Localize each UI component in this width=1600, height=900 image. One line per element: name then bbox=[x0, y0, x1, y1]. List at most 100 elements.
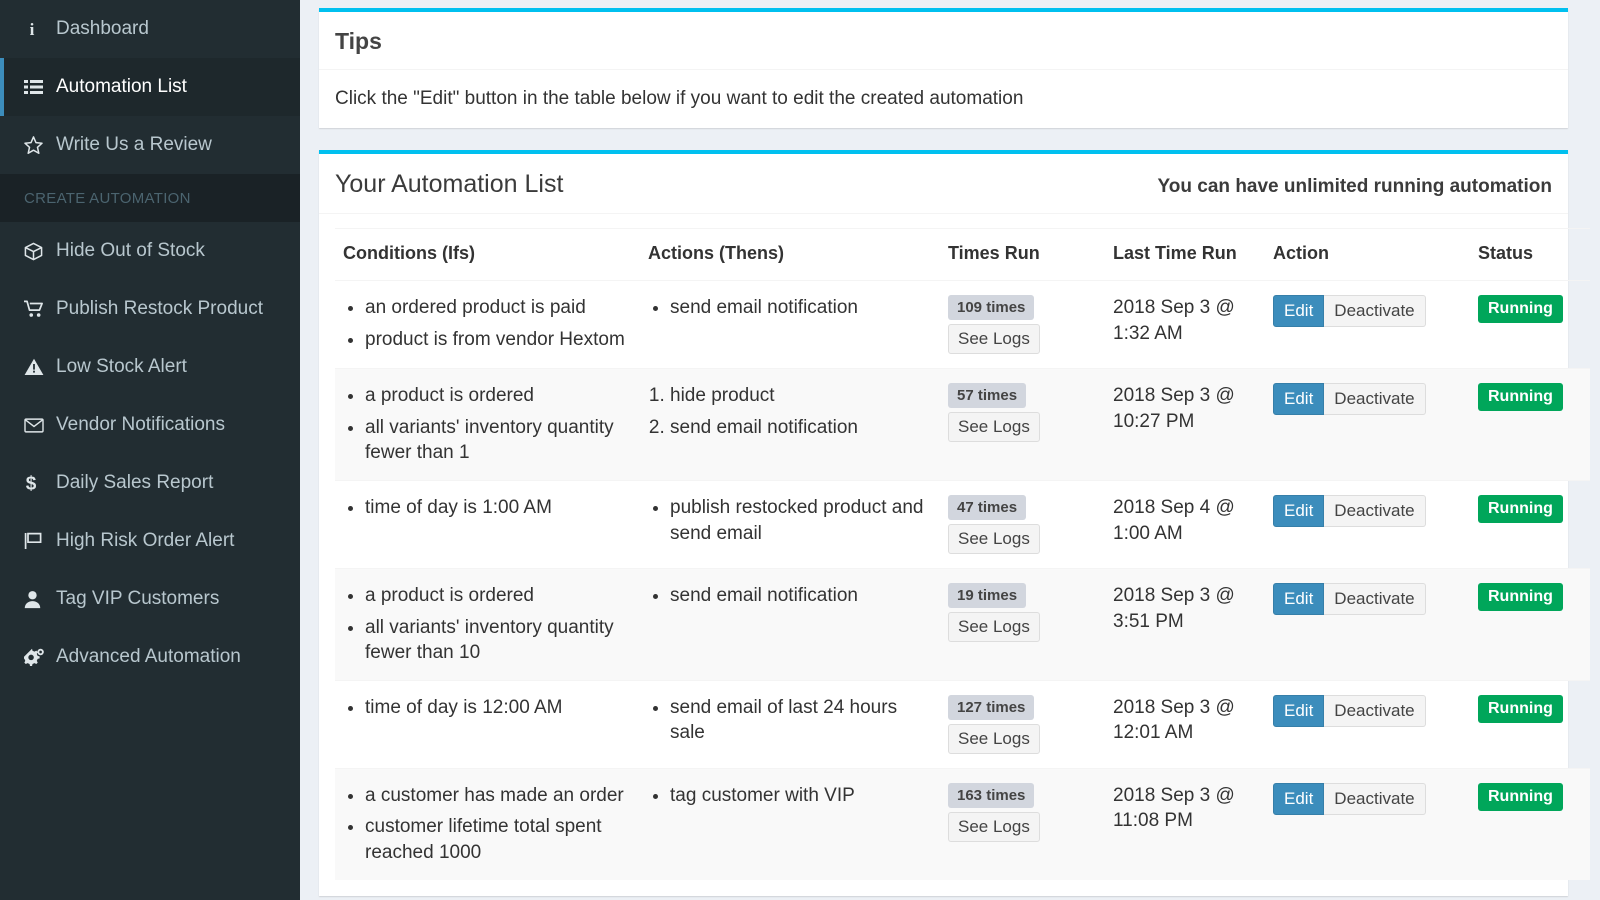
sidebar-create-nav: Hide Out of StockPublish Restock Product… bbox=[0, 222, 300, 686]
table-col-header: Actions (Thens) bbox=[640, 229, 940, 281]
times-run-cell: 109 timesSee Logs bbox=[940, 281, 1105, 369]
status-badge: Running bbox=[1478, 383, 1563, 411]
see-logs-button[interactable]: See Logs bbox=[948, 612, 1040, 642]
action-cell: EditDeactivate bbox=[1265, 480, 1470, 568]
automation-list-body: Conditions (Ifs)Actions (Thens)Times Run… bbox=[319, 213, 1568, 896]
action-item: tag customer with VIP bbox=[670, 783, 932, 809]
edit-button[interactable]: Edit bbox=[1273, 583, 1324, 615]
action-item: publish restocked product and send email bbox=[670, 495, 932, 546]
status-cell: Running bbox=[1470, 768, 1590, 879]
action-button-group: EditDeactivate bbox=[1273, 783, 1426, 815]
status-badge: Running bbox=[1478, 583, 1563, 611]
sidebar-item-dashboard[interactable]: iDashboard bbox=[0, 0, 300, 58]
actions-cell: send email of last 24 hours sale bbox=[640, 680, 940, 768]
times-run-badge: 57 times bbox=[948, 383, 1026, 408]
conditions-cell: time of day is 12:00 AM bbox=[335, 680, 640, 768]
sidebar-item-publish-restock-product[interactable]: Publish Restock Product bbox=[0, 280, 300, 338]
sidebar-item-low-stock-alert[interactable]: Low Stock Alert bbox=[0, 338, 300, 396]
sidebar-item-daily-sales-report[interactable]: $Daily Sales Report bbox=[0, 454, 300, 512]
last-time-run-cell: 2018 Sep 3 @ 1:32 AM bbox=[1105, 281, 1265, 369]
status-cell: Running bbox=[1470, 281, 1590, 369]
sidebar-item-write-us-a-review[interactable]: Write Us a Review bbox=[0, 116, 300, 174]
actions-cell: hide product send email notification bbox=[640, 369, 940, 481]
see-logs-button[interactable]: See Logs bbox=[948, 412, 1040, 442]
deactivate-button[interactable]: Deactivate bbox=[1324, 383, 1425, 415]
condition-item: all variants' inventory quantity fewer t… bbox=[365, 415, 632, 466]
tips-panel: Tips Click the "Edit" button in the tabl… bbox=[319, 8, 1568, 128]
deactivate-button[interactable]: Deactivate bbox=[1324, 783, 1425, 815]
sidebar-item-tag-vip-customers[interactable]: Tag VIP Customers bbox=[0, 570, 300, 628]
conditions-list: time of day is 12:00 AM bbox=[343, 695, 632, 721]
times-run-group: 163 timesSee Logs bbox=[948, 783, 1097, 842]
action-button-group: EditDeactivate bbox=[1273, 695, 1426, 727]
deactivate-button[interactable]: Deactivate bbox=[1324, 495, 1425, 527]
edit-button[interactable]: Edit bbox=[1273, 383, 1324, 415]
sidebar-item-vendor-notifications[interactable]: Vendor Notifications bbox=[0, 396, 300, 454]
times-run-group: 127 timesSee Logs bbox=[948, 695, 1097, 754]
see-logs-button[interactable]: See Logs bbox=[948, 724, 1040, 754]
table-col-header: Last Time Run bbox=[1105, 229, 1265, 281]
conditions-list: a product is ordered all variants' invent… bbox=[343, 383, 632, 466]
star-icon bbox=[24, 136, 54, 154]
sidebar-main-nav: iDashboardAutomation ListWrite Us a Revi… bbox=[0, 0, 300, 174]
condition-item: product is from vendor Hextom bbox=[365, 327, 632, 353]
sidebar-item-label: Daily Sales Report bbox=[54, 472, 213, 494]
last-time-run-cell: 2018 Sep 3 @ 3:51 PM bbox=[1105, 568, 1265, 680]
table-col-header: Times Run bbox=[940, 229, 1105, 281]
actions-list: tag customer with VIP bbox=[648, 783, 932, 809]
condition-item: a product is ordered bbox=[365, 383, 632, 409]
deactivate-button[interactable]: Deactivate bbox=[1324, 583, 1425, 615]
deactivate-button[interactable]: Deactivate bbox=[1324, 295, 1425, 327]
sidebar-item-high-risk-order-alert[interactable]: High Risk Order Alert bbox=[0, 512, 300, 570]
edit-button[interactable]: Edit bbox=[1273, 495, 1324, 527]
conditions-list: a product is orderedall variants' invent… bbox=[343, 583, 632, 666]
sidebar-item-automation-list[interactable]: Automation List bbox=[0, 58, 300, 116]
times-run-group: 109 timesSee Logs bbox=[948, 295, 1097, 354]
last-time-run-value: 2018 Sep 4 @ 1:00 AM bbox=[1113, 495, 1257, 546]
automation-table-head: Conditions (Ifs)Actions (Thens)Times Run… bbox=[335, 229, 1590, 281]
see-logs-button[interactable]: See Logs bbox=[948, 812, 1040, 842]
condition-item: time of day is 1:00 AM bbox=[365, 495, 632, 521]
conditions-list: an ordered product is paidproduct is fro… bbox=[343, 295, 632, 352]
last-time-run-cell: 2018 Sep 4 @ 1:00 AM bbox=[1105, 480, 1265, 568]
actions-cell: send email notification bbox=[640, 568, 940, 680]
sidebar-item-advanced-automation[interactable]: Advanced Automation bbox=[0, 628, 300, 686]
see-logs-button[interactable]: See Logs bbox=[948, 324, 1040, 354]
status-badge: Running bbox=[1478, 695, 1563, 723]
condition-item: time of day is 12:00 AM bbox=[365, 695, 632, 721]
automation-table: Conditions (Ifs)Actions (Thens)Times Run… bbox=[335, 228, 1590, 880]
status-badge: Running bbox=[1478, 495, 1563, 523]
status-cell: Running bbox=[1470, 369, 1590, 481]
status-cell: Running bbox=[1470, 568, 1590, 680]
times-run-cell: 57 times See Logs bbox=[940, 369, 1105, 481]
deactivate-button[interactable]: Deactivate bbox=[1324, 695, 1425, 727]
see-logs-button[interactable]: See Logs bbox=[948, 524, 1040, 554]
box-icon bbox=[24, 242, 54, 261]
action-item: hide product bbox=[670, 383, 932, 409]
conditions-cell: time of day is 1:00 AM bbox=[335, 480, 640, 568]
action-cell: EditDeactivate bbox=[1265, 369, 1470, 481]
action-item: send email notification bbox=[670, 295, 932, 321]
sidebar-item-hide-out-of-stock[interactable]: Hide Out of Stock bbox=[0, 222, 300, 280]
actions-cell: publish restocked product and send email bbox=[640, 480, 940, 568]
action-button-group: EditDeactivate bbox=[1273, 295, 1426, 327]
app-root: iDashboardAutomation ListWrite Us a Revi… bbox=[0, 0, 1600, 900]
action-item: send email notification bbox=[670, 415, 932, 441]
edit-button[interactable]: Edit bbox=[1273, 783, 1324, 815]
times-run-cell: 163 timesSee Logs bbox=[940, 768, 1105, 879]
action-cell: EditDeactivate bbox=[1265, 281, 1470, 369]
sidebar-item-label: Advanced Automation bbox=[54, 646, 241, 668]
action-cell: EditDeactivate bbox=[1265, 568, 1470, 680]
tips-panel-header: Tips bbox=[319, 12, 1568, 69]
sidebar-section-header: CREATE AUTOMATION bbox=[0, 174, 300, 222]
table-row: an ordered product is paidproduct is fro… bbox=[335, 281, 1590, 369]
edit-button[interactable]: Edit bbox=[1273, 295, 1324, 327]
list-icon bbox=[24, 79, 54, 95]
actions-list: hide product send email notification bbox=[648, 383, 932, 440]
status-badge: Running bbox=[1478, 295, 1563, 323]
times-run-group: 19 timesSee Logs bbox=[948, 583, 1097, 642]
status-cell: Running bbox=[1470, 480, 1590, 568]
action-item: send email notification bbox=[670, 583, 932, 609]
edit-button[interactable]: Edit bbox=[1273, 695, 1324, 727]
sidebar: iDashboardAutomation ListWrite Us a Revi… bbox=[0, 0, 300, 900]
